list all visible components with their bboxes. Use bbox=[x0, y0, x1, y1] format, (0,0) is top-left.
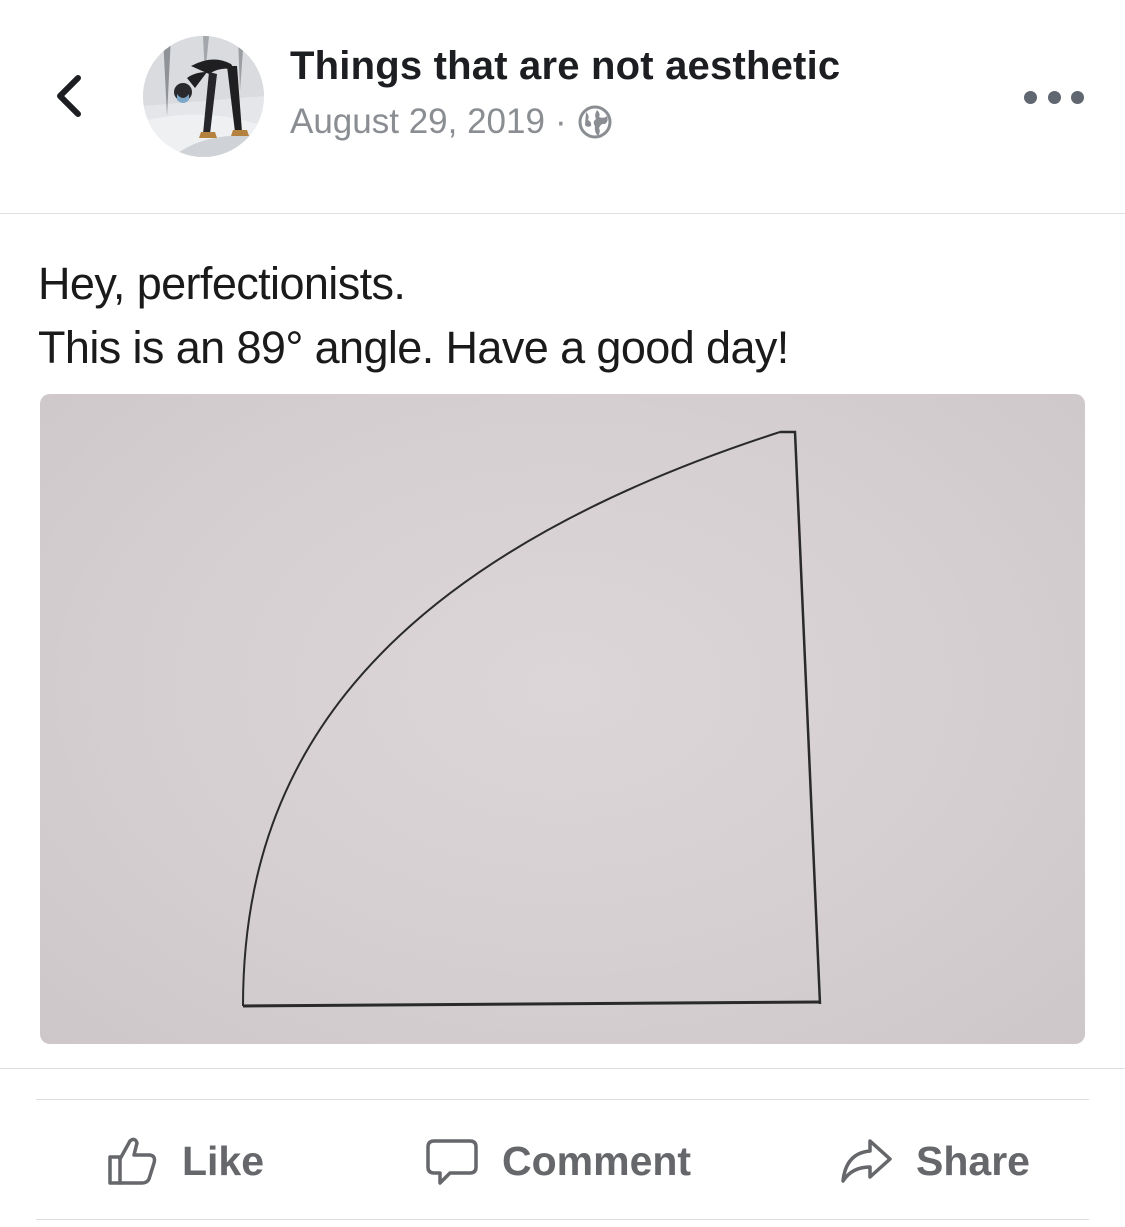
share-button[interactable]: Share bbox=[838, 1130, 1030, 1192]
meta-separator: · bbox=[554, 102, 567, 141]
comment-label: Comment bbox=[502, 1137, 692, 1184]
share-label: Share bbox=[916, 1137, 1030, 1184]
like-button[interactable]: Like bbox=[104, 1130, 264, 1192]
page-name[interactable]: Things that are not aesthetic bbox=[290, 44, 840, 89]
post-date[interactable]: August 29, 2019 bbox=[290, 102, 545, 142]
caption-line-1: Hey, perfectionists. bbox=[38, 258, 406, 309]
thumbs-up-icon bbox=[108, 1137, 157, 1185]
image-caption: Hey, perfectionists. This is an 89° angl… bbox=[38, 252, 789, 380]
arc-line bbox=[242, 431, 781, 1007]
post-actions: Like Comment Share bbox=[0, 1100, 1125, 1220]
more-options-button[interactable] bbox=[1024, 80, 1084, 114]
avatar-image bbox=[143, 36, 264, 157]
speech-bubble-icon bbox=[426, 1139, 478, 1185]
chevron-left-icon bbox=[57, 75, 81, 117]
globe-icon bbox=[578, 105, 612, 139]
more-dot bbox=[1047, 90, 1061, 104]
more-dot bbox=[1024, 90, 1037, 104]
more-dot bbox=[1071, 90, 1084, 104]
radius-horizontal-line bbox=[242, 1000, 821, 1008]
action-divider-bottom bbox=[36, 1219, 1089, 1220]
caption-line-2: This is an 89° angle. Have a good day! bbox=[38, 322, 789, 373]
radius-vertical-line bbox=[780, 430, 822, 1005]
post-image[interactable]: Hey, perfectionists. This is an 89° angl… bbox=[0, 213, 1125, 1069]
avatar[interactable] bbox=[143, 36, 264, 157]
back-button[interactable] bbox=[44, 66, 94, 126]
share-arrow-icon bbox=[841, 1139, 892, 1183]
angle-drawing-photo bbox=[40, 394, 1085, 1044]
angle-drawing bbox=[242, 430, 822, 1008]
comment-button[interactable]: Comment bbox=[424, 1130, 691, 1192]
post-meta: August 29, 2019 · bbox=[290, 100, 613, 144]
like-label: Like bbox=[182, 1137, 265, 1184]
